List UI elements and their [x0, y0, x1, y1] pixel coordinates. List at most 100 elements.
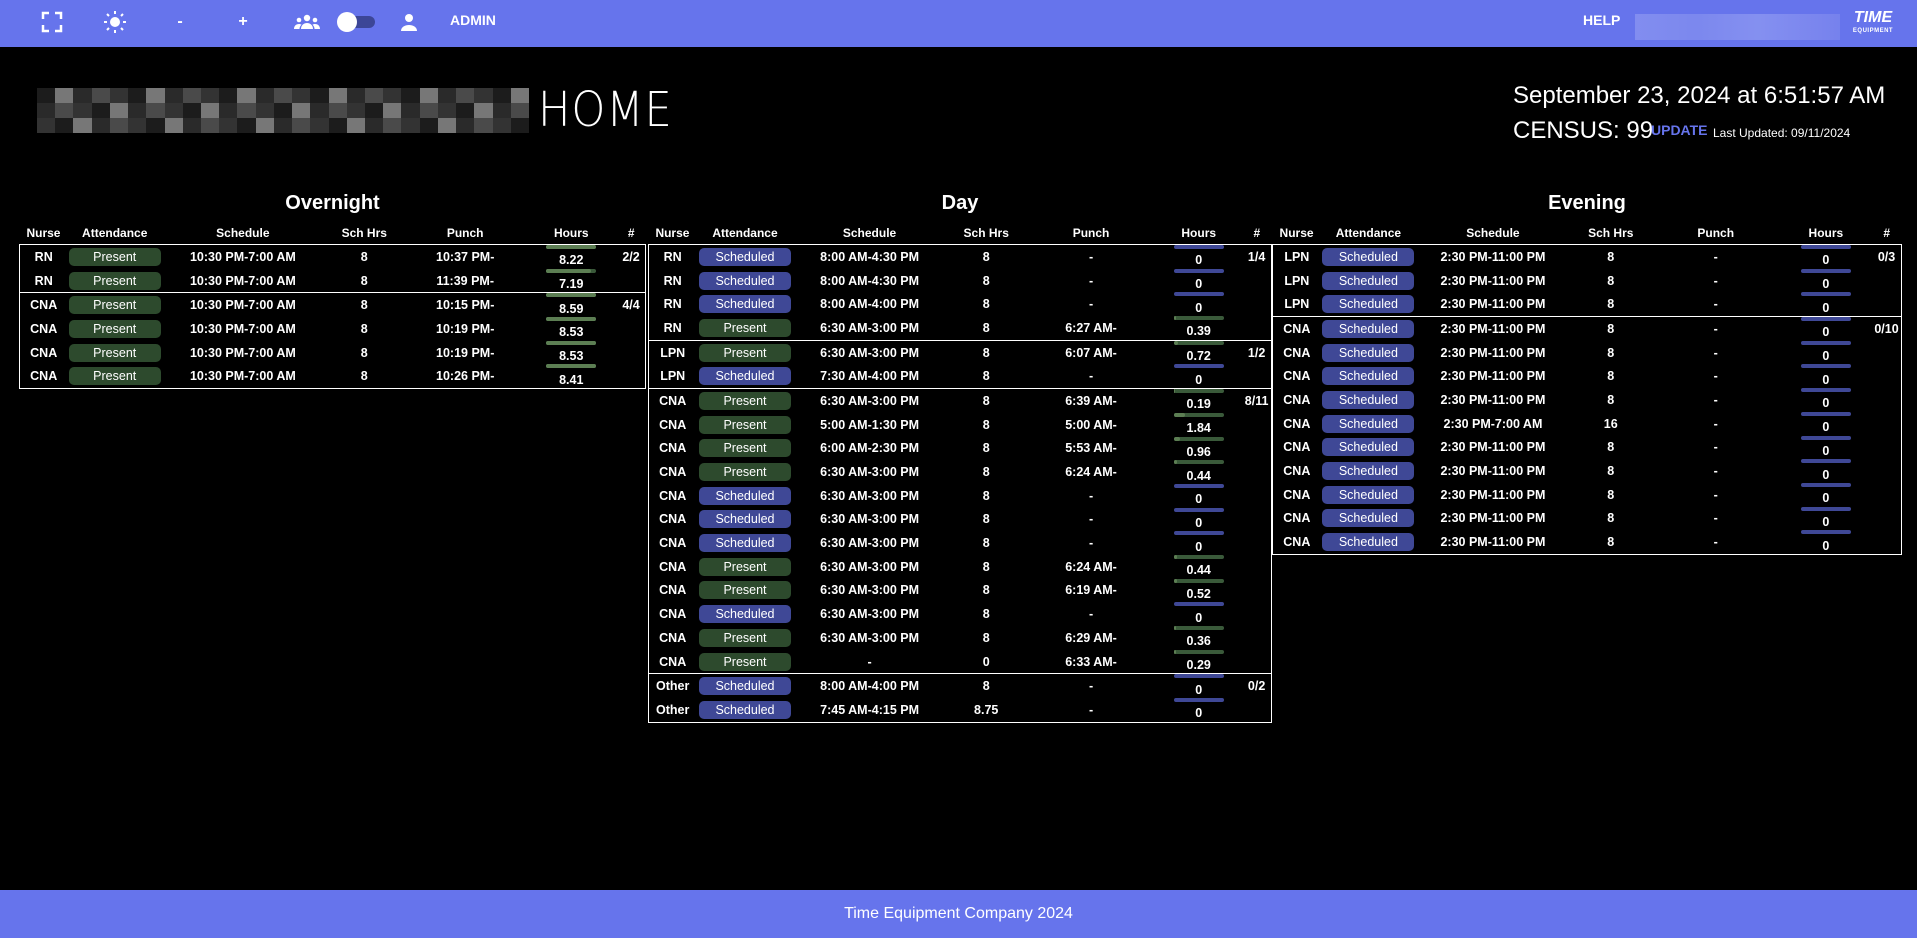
attendance-badge[interactable]: Present	[698, 343, 791, 362]
table-row[interactable]: LPN Present 6:30 AM-3:00 PM 8 6:07 AM- 0.72 1/…	[648, 339, 1273, 365]
attendance-badge[interactable]: Scheduled	[698, 247, 791, 266]
table-row[interactable]: CNA Present 5:00 AM-1:30 PM 8 5:00 AM- 1.84	[648, 412, 1273, 437]
column-header-attendance[interactable]: Attendance	[67, 222, 162, 245]
column-header-sch-hrs[interactable]: Sch Hrs	[324, 222, 405, 245]
attendance-badge[interactable]: Scheduled	[1322, 343, 1415, 362]
attendance-badge[interactable]: Scheduled	[1322, 295, 1415, 314]
table-row[interactable]: RN Present 10:30 PM-7:00 AM 8 11:39 PM- 7.19	[19, 268, 647, 293]
attendance-badge[interactable]: Present	[68, 271, 161, 290]
attendance-badge[interactable]: Scheduled	[698, 367, 791, 386]
column-header-nurse[interactable]: Nurse	[1273, 222, 1321, 245]
column-header-sch-hrs[interactable]: Sch Hrs	[946, 222, 1027, 245]
attendance-badge[interactable]: Scheduled	[1322, 247, 1415, 266]
table-row[interactable]: RN Scheduled 8:00 AM-4:30 PM 8 - 0	[648, 268, 1273, 293]
fullscreen-icon[interactable]	[38, 0, 66, 43]
table-row[interactable]: RN Scheduled 8:00 AM-4:30 PM 8- 0 1/4	[648, 243, 1273, 269]
attendance-badge[interactable]: Scheduled	[1322, 414, 1415, 433]
table-row[interactable]: CNA Present 6:30 AM-3:00 PM 8 6:29 AM- 0.36	[648, 626, 1273, 650]
table-row[interactable]: CNA Scheduled 6:30 AM-3:00 PM 8 - 0	[648, 602, 1273, 626]
attendance-badge[interactable]: Scheduled	[698, 677, 791, 696]
attendance-badge[interactable]: Present	[698, 557, 791, 576]
attendance-badge[interactable]: Scheduled	[698, 605, 791, 624]
attendance-badge[interactable]: Present	[68, 247, 161, 266]
attendance-badge[interactable]: Present	[698, 652, 791, 671]
column-header-schedule[interactable]: Schedule	[162, 222, 324, 245]
attendance-badge[interactable]: Scheduled	[1322, 367, 1415, 386]
table-row[interactable]: CNA Present 10:30 PM-7:00 AM 8 10:15 PM- 8.59…	[19, 292, 647, 318]
column-header-schedule[interactable]: Schedule	[794, 222, 946, 245]
attendance-badge[interactable]: Present	[68, 296, 161, 315]
attendance-badge[interactable]: Scheduled	[1322, 390, 1415, 409]
update-census-button[interactable]: UPDATE	[1651, 122, 1708, 138]
attendance-badge[interactable]: Present	[68, 319, 161, 338]
attendance-badge[interactable]: Scheduled	[698, 486, 791, 505]
table-row[interactable]: CNA Scheduled 2:30 PM-11:00 PM 8-0	[1271, 435, 1903, 460]
column-header-nurse[interactable]: Nurse	[20, 222, 68, 245]
table-row[interactable]: CNA Scheduled 6:30 AM-3:00 PM 8 - 0	[648, 531, 1273, 555]
user-menu[interactable]: ADMIN	[450, 12, 496, 28]
table-row[interactable]: LPN Scheduled 7:30 AM-4:00 PM 8 - 0	[648, 364, 1273, 389]
table-row[interactable]: CNA Scheduled 2:30 PM-11:00 PM 8-0	[1271, 506, 1903, 531]
column-header-punch[interactable]: Punch	[1652, 222, 1780, 245]
table-row[interactable]: CNA Scheduled 2:30 PM-11:00 PM 8-0	[1271, 530, 1903, 555]
person-icon[interactable]	[398, 0, 420, 43]
brightness-icon[interactable]	[101, 0, 129, 43]
attendance-badge[interactable]: Present	[698, 439, 791, 458]
help-link[interactable]: HELP	[1583, 12, 1620, 28]
table-row[interactable]: LPN Scheduled 2:30 PM-11:00 PM 8 - 0	[1271, 292, 1903, 317]
table-row[interactable]: CNA Present 10:30 PM-7:00 AM 8 10:26 PM- 8.41	[19, 364, 647, 390]
attendance-badge[interactable]: Scheduled	[698, 510, 791, 529]
attendance-badge[interactable]: Scheduled	[1322, 271, 1415, 290]
zoom-out-button[interactable]: -	[170, 0, 190, 43]
table-row[interactable]: CNA Present 6:30 AM-3:00 PM 8 6:24 AM- 0.44	[648, 460, 1273, 484]
attendance-badge[interactable]: Scheduled	[698, 295, 791, 314]
attendance-badge[interactable]: Present	[698, 463, 791, 482]
column-header-[interactable]: #	[1242, 222, 1271, 245]
attendance-badge[interactable]: Scheduled	[698, 534, 791, 553]
table-row[interactable]: LPN Scheduled 2:30 PM-11:00 PM 8- 0 0/3	[1271, 243, 1903, 269]
attendance-badge[interactable]: Present	[68, 343, 161, 362]
table-row[interactable]: CNA Present 6:00 AM-2:30 PM 8 5:53 AM- 0.96	[648, 436, 1273, 461]
table-row[interactable]: CNA Scheduled 6:30 AM-3:00 PM 8 - 0	[648, 483, 1273, 508]
attendance-badge[interactable]: Present	[698, 628, 791, 647]
table-row[interactable]: RN Present 6:30 AM-3:00 PM 8 6:27 AM- 0.39	[648, 316, 1273, 341]
attendance-badge[interactable]: Scheduled	[1322, 462, 1415, 481]
table-row[interactable]: CNA Present 10:30 PM-7:00 AM 8 10:19 PM- 8.53	[19, 317, 647, 341]
table-row[interactable]: Other Scheduled 7:45 AM-4:15 PM 8.75- 0	[648, 698, 1273, 723]
attendance-badge[interactable]: Scheduled	[1322, 485, 1415, 504]
table-row[interactable]: CNA Scheduled 2:30 PM-11:00 PM 8-0	[1271, 364, 1903, 389]
attendance-badge[interactable]: Present	[698, 391, 791, 410]
attendance-badge[interactable]: Scheduled	[698, 271, 791, 290]
attendance-badge[interactable]: Scheduled	[1322, 438, 1415, 457]
attendance-badge[interactable]: Scheduled	[1322, 533, 1415, 552]
table-row[interactable]: CNA Scheduled 2:30 PM-11:00 PM 8-0	[1271, 388, 1903, 412]
attendance-badge[interactable]: Present	[698, 415, 791, 434]
table-row[interactable]: CNA Scheduled 2:30 PM-11:00 PM 8-0	[1271, 340, 1903, 365]
column-header-hours[interactable]: Hours	[1155, 222, 1242, 245]
column-header-nurse[interactable]: Nurse	[649, 222, 697, 245]
table-row[interactable]: CNA Present 6:30 AM-3:00 PM 8 6:19 AM- 0.52	[648, 578, 1273, 603]
attendance-badge[interactable]: Scheduled	[1322, 509, 1415, 528]
table-row[interactable]: CNA Present - 0 6:33 AM- 0.29	[648, 649, 1273, 674]
column-header-sch-hrs[interactable]: Sch Hrs	[1570, 222, 1652, 245]
table-row[interactable]: CNA Scheduled 2:30 PM-11:00 PM 8- 0 0/10	[1271, 316, 1903, 341]
column-header-punch[interactable]: Punch	[1027, 222, 1155, 245]
zoom-in-button[interactable]: +	[233, 0, 253, 43]
table-row[interactable]: CNA Scheduled 2:30 PM-7:00 AM 16 - 0	[1271, 411, 1903, 436]
column-header-punch[interactable]: Punch	[405, 222, 526, 245]
table-row[interactable]: RN Present 10:30 PM-7:00 AM 8 10:37 PM- 8.22 2…	[19, 243, 647, 269]
column-header-attendance[interactable]: Attendance	[696, 222, 793, 245]
table-row[interactable]: Other Scheduled 8:00 AM-4:00 PM 8- 0 0/2	[648, 673, 1273, 699]
attendance-badge[interactable]: Scheduled	[698, 700, 791, 719]
table-row[interactable]: CNA Present 6:30 AM-3:00 PM 8 6:39 AM- 0.19 8/…	[648, 388, 1273, 413]
table-row[interactable]: CNA Scheduled 2:30 PM-11:00 PM 8-0	[1271, 459, 1903, 483]
table-row[interactable]: CNA Present 6:30 AM-3:00 PM 8 6:24 AM- 0.44	[648, 554, 1273, 579]
table-row[interactable]: RN Scheduled 8:00 AM-4:00 PM 8 - 0	[648, 292, 1273, 317]
attendance-badge[interactable]: Present	[68, 367, 161, 386]
table-row[interactable]: LPN Scheduled 2:30 PM-11:00 PM 8 - 0	[1271, 268, 1903, 293]
column-header-attendance[interactable]: Attendance	[1321, 222, 1417, 245]
attendance-badge[interactable]: Present	[698, 318, 791, 337]
attendance-badge[interactable]: Scheduled	[1322, 319, 1415, 338]
attendance-badge[interactable]: Present	[698, 581, 791, 600]
column-header-hours[interactable]: Hours	[526, 222, 618, 245]
